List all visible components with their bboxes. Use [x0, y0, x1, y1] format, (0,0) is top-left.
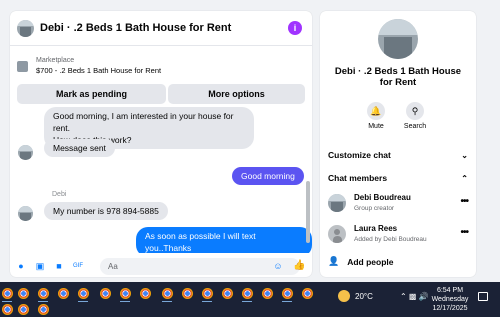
- active-indicator: [38, 301, 48, 302]
- mark-pending-button[interactable]: Mark as pending: [17, 84, 166, 104]
- chrome-icon[interactable]: [78, 288, 89, 299]
- search-label: Search: [403, 123, 427, 130]
- composer: ● ▣ ■ GIF Aa ☺ 👍: [10, 255, 312, 277]
- chat-title[interactable]: Debi · .2 Beds 1 Bath House for Rent: [40, 22, 231, 34]
- chat-members-label: Chat members: [328, 173, 388, 183]
- active-indicator: [2, 301, 12, 302]
- like-icon[interactable]: 👍: [293, 261, 305, 271]
- message-input[interactable]: Aa: [100, 258, 300, 275]
- add-people-label: Add people: [347, 256, 394, 267]
- chat-window: Debi · .2 Beds 1 Bath House for Rent i M…: [10, 11, 312, 277]
- chrome-icon[interactable]: [202, 288, 213, 299]
- chevron-down-icon: ⌄: [461, 150, 468, 160]
- info-icon[interactable]: i: [288, 21, 302, 35]
- mute-label: Mute: [368, 123, 384, 130]
- chrome-icon[interactable]: [222, 288, 233, 299]
- taskbar-apps: [0, 282, 322, 317]
- chrome-icon[interactable]: [282, 288, 293, 299]
- marketplace-listing[interactable]: Marketplace $700 - .2 Beds 1 Bath House …: [17, 50, 307, 82]
- customize-chat-row[interactable]: Customize chat ⌄: [328, 150, 468, 160]
- marketplace-label: Marketplace: [36, 57, 75, 64]
- avatar: [328, 225, 346, 243]
- avatar[interactable]: [17, 19, 34, 37]
- bell-icon: 🔔: [367, 102, 385, 120]
- avatar[interactable]: [378, 19, 418, 59]
- chrome-icon[interactable]: [58, 288, 69, 299]
- notification-icon[interactable]: [478, 292, 488, 301]
- active-indicator: [202, 301, 212, 302]
- chat-members-row[interactable]: Chat members ⌃: [328, 173, 468, 183]
- sender-name: Debi: [52, 191, 67, 198]
- system-tray[interactable]: ⌃ ▩ 🔊: [400, 292, 429, 301]
- taskbar: 20°C ⌃ ▩ 🔊 6:54 PM Wednesday 12/17/2025: [0, 282, 500, 317]
- avatar[interactable]: [18, 145, 33, 160]
- more-icon[interactable]: •••: [460, 227, 468, 238]
- active-indicator: [120, 301, 130, 302]
- member-name: Laura Rees: [354, 224, 398, 233]
- clock-day: Wednesday: [431, 296, 469, 303]
- active-indicator: [162, 301, 172, 302]
- chrome-icon[interactable]: [100, 288, 111, 299]
- chrome-icon[interactable]: [18, 304, 29, 315]
- clock-time: 6:54 PM: [436, 287, 464, 294]
- add-people-button[interactable]: 👤 Add people: [328, 256, 394, 267]
- chat-info-panel: Debi · .2 Beds 1 Bath House for Rent 🔔 M…: [320, 11, 476, 277]
- search-icon: ⚲: [406, 102, 424, 120]
- search-button[interactable]: ⚲ Search: [400, 102, 430, 130]
- temperature: 20°C: [355, 291, 373, 301]
- chat-header: Debi · .2 Beds 1 Bath House for Rent i: [10, 11, 312, 46]
- chrome-icon[interactable]: [182, 288, 193, 299]
- panel-title: Debi · .2 Beds 1 Bath House for Rent: [334, 66, 462, 88]
- chevron-up-icon: ⌃: [461, 173, 468, 183]
- sticker-icon[interactable]: ■: [54, 261, 64, 271]
- member-row[interactable]: Laura Rees Added by Debi Boudreau •••: [328, 222, 469, 248]
- emoji-icon[interactable]: ☺: [273, 261, 283, 271]
- chrome-icon[interactable]: [262, 288, 273, 299]
- clock-date: 12/17/2025: [432, 305, 468, 312]
- chrome-icon[interactable]: [2, 288, 13, 299]
- member-role: Added by Debi Boudreau: [354, 236, 427, 243]
- chrome-icon[interactable]: [2, 304, 13, 315]
- gif-icon[interactable]: GIF: [73, 261, 83, 271]
- customize-chat-label: Customize chat: [328, 150, 391, 160]
- clock[interactable]: 6:54 PM Wednesday 12/17/2025: [430, 286, 470, 313]
- message-bubble: My number is 978 894-5885: [44, 202, 168, 220]
- microphone-icon[interactable]: ●: [16, 261, 26, 271]
- more-icon[interactable]: •••: [460, 196, 468, 207]
- avatar[interactable]: [18, 206, 33, 221]
- member-name: Debi Boudreau: [354, 193, 411, 202]
- message-bubble: Message sent: [44, 139, 115, 157]
- active-indicator: [282, 301, 292, 302]
- member-row[interactable]: Debi Boudreau Group creator •••: [328, 191, 469, 217]
- avatar: [328, 194, 346, 212]
- message-bubble-outgoing: Good morning: [232, 167, 304, 185]
- chrome-icon[interactable]: [18, 288, 29, 299]
- chrome-icon[interactable]: [38, 304, 49, 315]
- active-indicator: [78, 301, 88, 302]
- chrome-icon[interactable]: [242, 288, 253, 299]
- weather-icon: [338, 290, 350, 302]
- more-options-button[interactable]: More options: [168, 84, 305, 104]
- active-indicator: [242, 301, 252, 302]
- add-person-icon: 👤: [328, 256, 340, 266]
- weather-widget[interactable]: 20°C: [338, 290, 373, 302]
- chrome-icon[interactable]: [38, 288, 49, 299]
- chrome-icon[interactable]: [162, 288, 173, 299]
- chrome-icon[interactable]: [140, 288, 151, 299]
- message-list: Good morning, I am interested in your ho…: [10, 105, 312, 253]
- gallery-icon[interactable]: ▣: [35, 261, 45, 271]
- mute-button[interactable]: 🔔 Mute: [361, 102, 391, 130]
- chrome-icon[interactable]: [120, 288, 131, 299]
- member-role: Group creator: [354, 205, 395, 212]
- message-bubble-outgoing: As soon as possible I will text you..Tha…: [136, 227, 312, 253]
- listing-price: $700 - .2 Beds 1 Bath House for Rent: [36, 66, 162, 75]
- chrome-icon[interactable]: [302, 288, 313, 299]
- listing-thumbnail: [17, 60, 28, 72]
- scrollbar[interactable]: [306, 181, 310, 243]
